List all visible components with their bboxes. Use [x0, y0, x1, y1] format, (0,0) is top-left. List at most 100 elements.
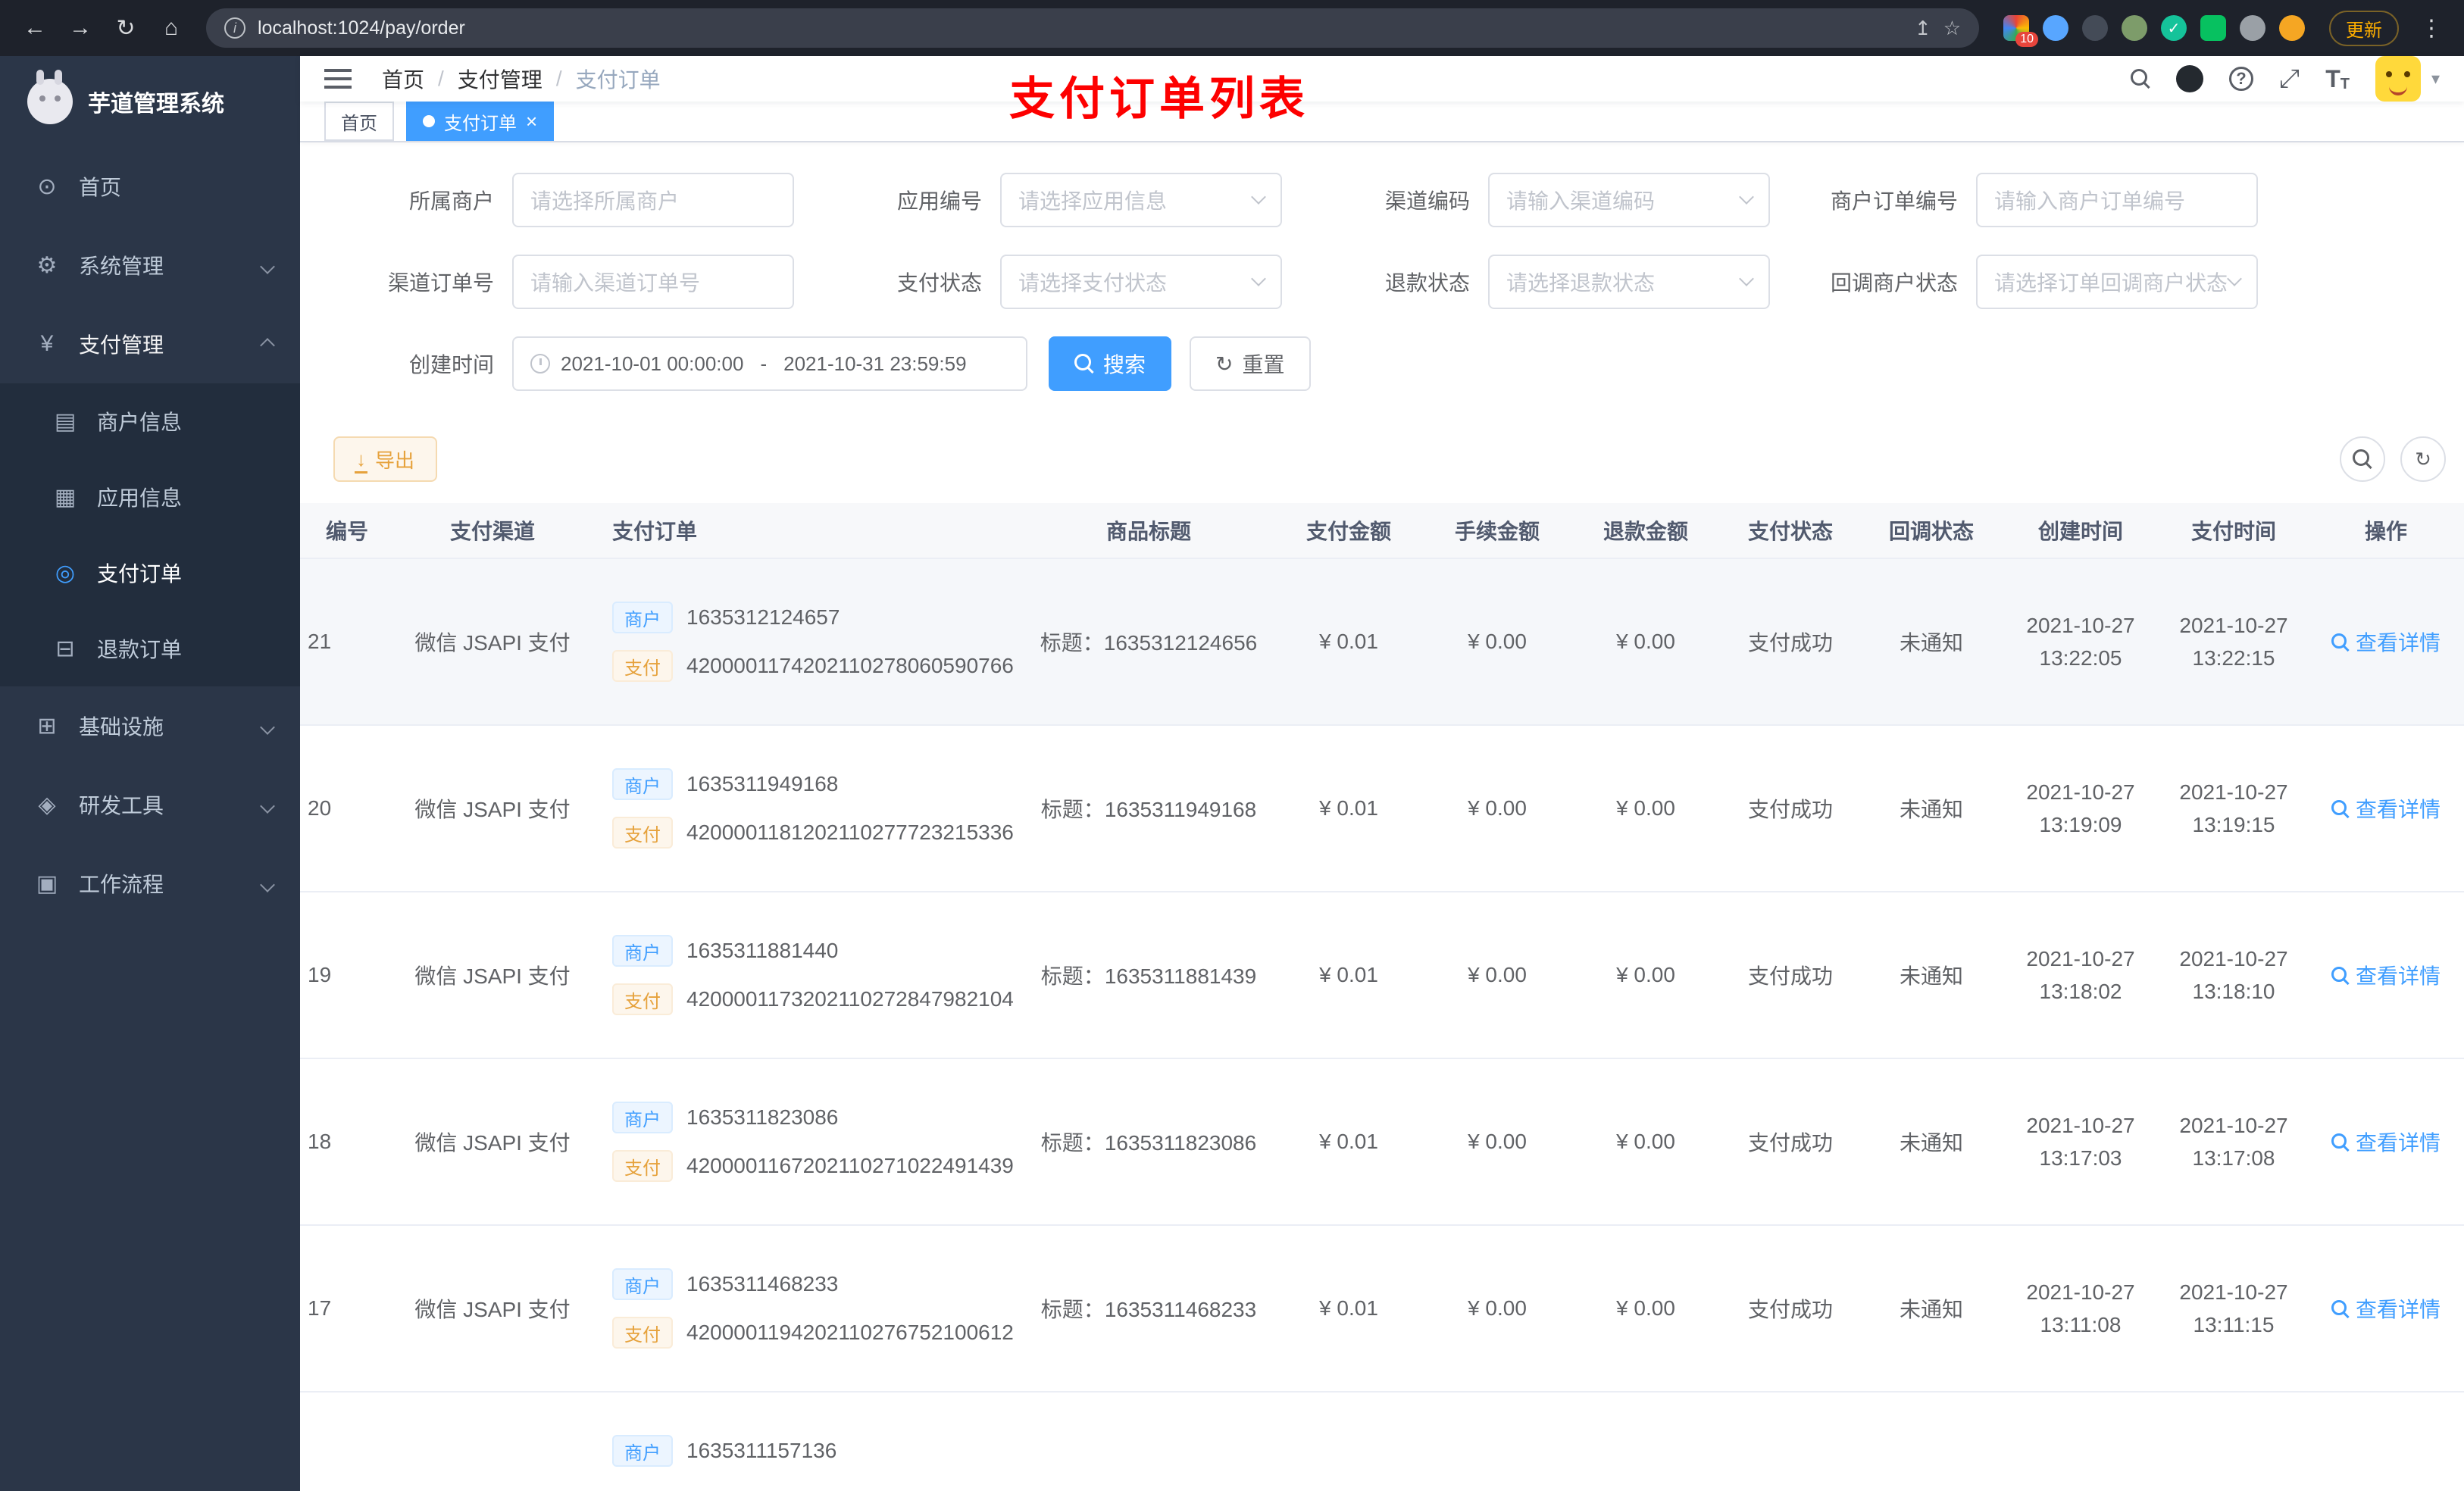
- extension-check-icon[interactable]: ✓: [2161, 15, 2187, 41]
- sidebar-item-label: 支付管理: [79, 333, 164, 357]
- title-value: 1635311823086: [1104, 1131, 1257, 1155]
- share-icon[interactable]: ↥: [1915, 17, 1931, 40]
- cell-create-time: 2021-10-27 13:22:05: [2026, 613, 2135, 670]
- cell-pay-order: 商户 1635312124657 支付 42000011742021102780…: [591, 602, 1023, 682]
- channel-order-no-input[interactable]: 请输入渠道订单号: [512, 255, 794, 309]
- logo-avatar: [27, 70, 73, 124]
- tag-home[interactable]: 首页: [324, 102, 394, 141]
- fullscreen-icon[interactable]: ⤢: [2279, 64, 2300, 94]
- browser-reload-icon[interactable]: ↻: [106, 8, 145, 48]
- extension-green-gray-icon[interactable]: [2122, 15, 2147, 41]
- avatar-caret-icon[interactable]: ▾: [2431, 69, 2440, 89]
- cell-pay-order: 商户 1635311157136 支付: [591, 1435, 1023, 1491]
- browser-back-icon[interactable]: ←: [15, 8, 55, 48]
- extension-chat-icon[interactable]: [2200, 15, 2226, 41]
- export-button[interactable]: ↓ 导出: [333, 436, 438, 482]
- date-separator: -: [760, 352, 768, 375]
- browser-menu-icon[interactable]: ⋮: [2414, 15, 2449, 42]
- github-icon[interactable]: [2175, 65, 2203, 92]
- sidebar-item-infrastructure[interactable]: ⊞ 基础设施: [0, 686, 300, 765]
- sidebar: 芋道管理系统 ⊙ 首页 ⚙ 系统管理 ¥ 支付管理 ▤ 商户信息 ▦ 应用信息 …: [0, 56, 300, 1491]
- user-avatar[interactable]: [2375, 56, 2421, 102]
- sidebar-item-merchant-info[interactable]: ▤ 商户信息: [0, 383, 300, 459]
- create-time-range-picker[interactable]: 2021-10-01 00:00:00 - 2021-10-31 23:59:5…: [512, 336, 1027, 391]
- tag-pay-order[interactable]: 支付订单 ×: [406, 102, 555, 141]
- browser-forward-icon[interactable]: →: [61, 8, 100, 48]
- cell-pay-status: 支付成功: [1747, 964, 1833, 988]
- sidebar-item-app-info[interactable]: ▦ 应用信息: [0, 459, 300, 535]
- bookmark-star-icon[interactable]: ☆: [1943, 17, 1961, 40]
- merchant-order-no-input[interactable]: 请输入商户订单编号: [1976, 173, 2258, 227]
- pay-order-line: 支付 4200001173202110272847982104: [612, 983, 1014, 1015]
- cell-pay-status: 支付成功: [1747, 631, 1833, 655]
- sidebar-item-workflow[interactable]: ▣ 工作流程: [0, 844, 300, 923]
- date-start-value[interactable]: 2021-10-01 00:00:00: [561, 352, 743, 376]
- cell-refund-amount: ¥ 0.00: [1616, 1130, 1675, 1153]
- top-navbar: 首页 / 支付管理 / 支付订单 支付订单列表 ? ⤢ TT ▾: [300, 56, 2464, 124]
- view-detail-link[interactable]: 查看详情: [2331, 1127, 2441, 1157]
- merchant-order-no: 1635311468233: [686, 1272, 839, 1296]
- extension-blue-icon[interactable]: [2043, 15, 2068, 41]
- refresh-table-button[interactable]: ↻: [2400, 436, 2446, 482]
- hamburger-icon[interactable]: [324, 69, 352, 89]
- app-select[interactable]: 请选择应用信息: [1000, 173, 1282, 227]
- pay-order-line: 支付 4200001167202110271022491439: [612, 1150, 1014, 1182]
- pay-status-select[interactable]: 请选择支付状态: [1000, 255, 1282, 309]
- browser-url-bar[interactable]: i localhost:1024/pay/order ↥ ☆: [206, 8, 1979, 48]
- column-header: 商品标题: [1105, 520, 1191, 543]
- merchant-badge: 商户: [612, 935, 673, 967]
- view-detail-link[interactable]: 查看详情: [2331, 793, 2441, 824]
- pay-order-line: 支付 4200001174202110278060590766: [612, 650, 1014, 682]
- breadcrumb-pay[interactable]: 支付管理: [458, 64, 543, 94]
- sidebar-item-dev-tools[interactable]: ◈ 研发工具: [0, 765, 300, 844]
- breadcrumb-home[interactable]: 首页: [382, 64, 424, 94]
- merchant-order-no: 1635311881440: [686, 939, 839, 962]
- extension-colorful-icon[interactable]: 10: [2003, 15, 2038, 47]
- chevron-down-icon: [260, 792, 275, 817]
- table-row: 商户 1635311157136 支付: [300, 1393, 2464, 1491]
- sidebar-item-pay-order[interactable]: ◎ 支付订单: [0, 535, 300, 611]
- extensions-puzzle-icon[interactable]: [2240, 15, 2265, 41]
- date-end-value[interactable]: 2021-10-31 23:59:59: [783, 352, 966, 376]
- merchant-order-no: 1635311823086: [686, 1105, 839, 1129]
- title-prefix: 标题：: [1040, 964, 1105, 988]
- card-icon: ▤: [54, 408, 77, 434]
- search-button[interactable]: 搜索: [1049, 336, 1172, 391]
- site-info-icon[interactable]: i: [224, 17, 245, 39]
- table-row: 18 微信 JSAPI 支付 商户 1635311823086 支付 42000…: [300, 1059, 2464, 1226]
- cell-fee-amount: ¥ 0.00: [1468, 630, 1527, 653]
- browser-home-icon[interactable]: ⌂: [152, 8, 191, 48]
- sidebar-item-home[interactable]: ⊙ 首页: [0, 147, 300, 226]
- extension-dark-icon[interactable]: [2082, 15, 2108, 41]
- font-size-icon[interactable]: TT: [2325, 65, 2350, 93]
- breadcrumb: 首页 / 支付管理 / 支付订单: [382, 64, 661, 94]
- cell-pay-time: 2021-10-27 13:19:15: [2179, 780, 2288, 836]
- merchant-input[interactable]: 请选择所属商户: [512, 173, 794, 227]
- title-prefix: 标题：: [1040, 798, 1105, 821]
- annotation-title: 支付订单列表: [1009, 73, 1309, 124]
- profile-emoji-icon[interactable]: [2279, 15, 2305, 41]
- channel-code-select[interactable]: 请输入渠道编码: [1488, 173, 1770, 227]
- view-detail-link[interactable]: 查看详情: [2331, 627, 2441, 657]
- sidebar-item-label: 商户信息: [97, 411, 183, 434]
- search-icon: [2353, 449, 2372, 469]
- cell-id: 21: [308, 630, 332, 653]
- refund-status-select[interactable]: 请选择退款状态: [1488, 255, 1770, 309]
- order-table: 编号 支付渠道 支付订单 商品标题 支付金额 手续金额 退款金额 支付状态 回调状态 创建时间 支付…: [300, 503, 2464, 1491]
- url-text[interactable]: localhost:1024/pay/order: [258, 17, 1903, 39]
- toggle-search-button[interactable]: [2340, 436, 2385, 482]
- close-icon[interactable]: ×: [526, 111, 537, 131]
- sidebar-item-refund-order[interactable]: ⊟ 退款订单: [0, 611, 300, 686]
- notify-status-select[interactable]: 请选择订单回调商户状态: [1976, 255, 2258, 309]
- browser-update-button[interactable]: 更新: [2329, 10, 2399, 46]
- sidebar-item-system[interactable]: ⚙ 系统管理: [0, 226, 300, 305]
- column-header: 回调状态: [1888, 520, 1974, 543]
- help-icon[interactable]: ?: [2228, 67, 2253, 91]
- search-icon[interactable]: [2130, 69, 2150, 89]
- title-value: 1635311468233: [1104, 1298, 1257, 1321]
- view-detail-link[interactable]: 查看详情: [2331, 1293, 2441, 1324]
- reset-button[interactable]: ↻ 重置: [1190, 336, 1311, 391]
- view-detail-link[interactable]: 查看详情: [2331, 960, 2441, 990]
- sidebar-item-pay[interactable]: ¥ 支付管理: [0, 305, 300, 383]
- cell-notify-status: 未通知: [1899, 798, 1963, 821]
